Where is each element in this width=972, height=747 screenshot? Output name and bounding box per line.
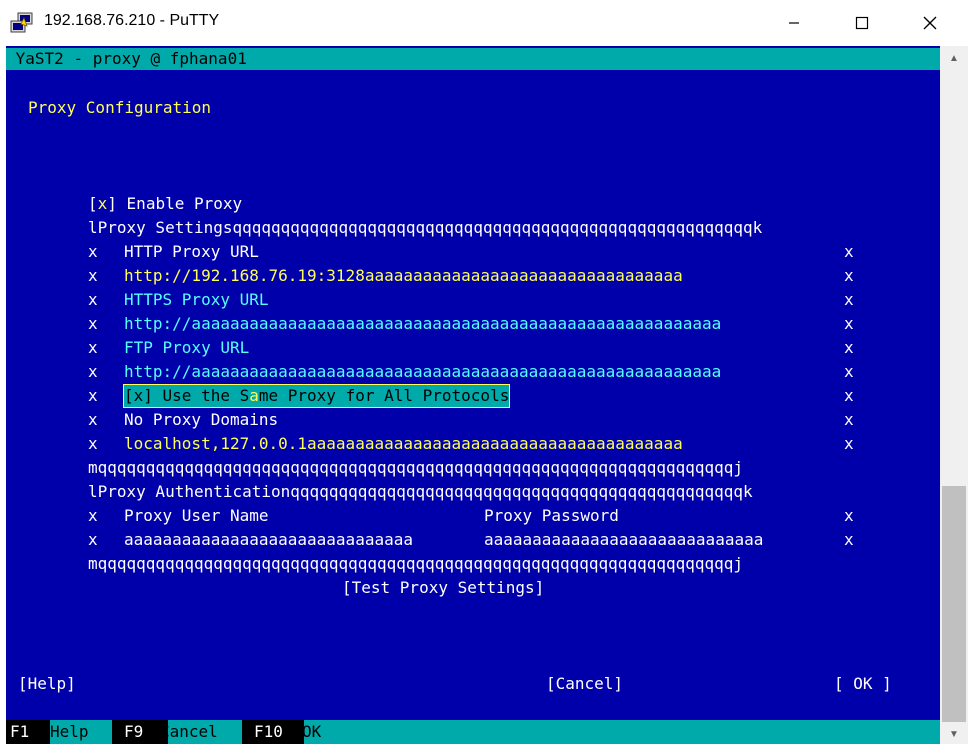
same-proxy-label-start: [x] Use the S	[124, 386, 250, 405]
page-title: Proxy Configuration	[28, 98, 212, 117]
window-titlebar: 192.168.76.210 - PuTTY	[0, 0, 972, 46]
no-proxy-label: No Proxy Domains	[124, 410, 279, 429]
same-proxy-checkbox[interactable]: [x] Use the Same Proxy for All Protocols	[123, 384, 511, 408]
minimize-button[interactable]	[760, 0, 828, 46]
close-icon	[923, 16, 937, 30]
enable-proxy-checkbox[interactable]: [x] Enable Proxy	[88, 192, 242, 216]
putty-icon[interactable]	[10, 12, 34, 34]
window-title: 192.168.76.210 - PuTTY	[44, 12, 220, 29]
proxy-password-label: Proxy Password	[484, 506, 619, 525]
frame-side-right: x	[844, 290, 854, 309]
text-cursor: a	[249, 386, 259, 405]
frame-side-left: x	[88, 266, 98, 285]
yast-header: YaST2 - proxy @ fphana01	[6, 48, 940, 70]
maximize-button[interactable]	[828, 0, 896, 46]
frame-side-left: x	[88, 290, 98, 309]
frame-side-right: x	[844, 314, 854, 333]
ftp-proxy-label: FTP Proxy URL	[124, 338, 250, 357]
frame-side-right: x	[844, 506, 854, 525]
frame-side-left: x	[88, 338, 98, 357]
terminal-screen[interactable]: YaST2 - proxy @ fphana01 Proxy Configura…	[6, 46, 940, 744]
yast-header-text: YaST2 - proxy @ fphana01	[15, 49, 247, 68]
no-proxy-input[interactable]: localhost,127.0.0.1aaaaaaaaaaaaaaaaaaaaa…	[124, 432, 683, 456]
frame-side-right: x	[844, 410, 854, 429]
fkey-f1-key[interactable]: F1	[6, 720, 50, 744]
frame-side-right: x	[844, 266, 854, 285]
proxy-user-input[interactable]: aaaaaaaaaaaaaaaaaaaaaaaaaaaaaa	[124, 528, 413, 552]
frame-side-left: x	[88, 434, 98, 453]
proxy-auth-frame-top: lProxy Authenticationqqqqqqqqqqqqqqqqqqq…	[88, 482, 753, 501]
close-button[interactable]	[896, 0, 964, 46]
maximize-icon	[855, 16, 869, 30]
proxy-settings-frame-top: lProxy Settingsqqqqqqqqqqqqqqqqqqqqqqqqq…	[88, 218, 763, 237]
scroll-up-icon[interactable]: ▲	[940, 48, 968, 68]
scrollbar-thumb[interactable]	[942, 486, 966, 722]
frame-side-left: x	[88, 506, 98, 525]
frame-side-left: x	[88, 362, 98, 381]
https-proxy-input[interactable]: http://aaaaaaaaaaaaaaaaaaaaaaaaaaaaaaaaa…	[124, 312, 721, 336]
fkey-f1-label[interactable]: Help	[50, 720, 89, 744]
cancel-button[interactable]: [Cancel]	[546, 672, 623, 696]
scroll-down-icon[interactable]: ▼	[940, 724, 968, 744]
ftp-proxy-input[interactable]: http://aaaaaaaaaaaaaaaaaaaaaaaaaaaaaaaaa…	[124, 360, 721, 384]
ok-button[interactable]: [ OK ]	[834, 672, 892, 696]
frame-side-right: x	[844, 530, 854, 549]
help-button[interactable]: [Help]	[18, 672, 76, 696]
frame-side-right: x	[844, 434, 854, 453]
frame-side-right: x	[844, 338, 854, 357]
minimize-icon	[788, 17, 800, 29]
frame-side-left: x	[88, 530, 98, 549]
frame-side-right: x	[844, 362, 854, 381]
frame-side-left: x	[88, 410, 98, 429]
vertical-scrollbar[interactable]: ▲ ▼	[940, 46, 968, 744]
http-proxy-input[interactable]: http://192.168.76.19:3128aaaaaaaaaaaaaaa…	[124, 264, 683, 288]
proxy-auth-frame-bottom: mqqqqqqqqqqqqqqqqqqqqqqqqqqqqqqqqqqqqqqq…	[88, 554, 744, 573]
proxy-password-input[interactable]: aaaaaaaaaaaaaaaaaaaaaaaaaaaaa	[484, 528, 763, 552]
function-key-bar: F1 Help F9 Cancel F10 OK	[6, 720, 940, 744]
frame-side-right: x	[844, 242, 854, 261]
https-proxy-label: HTTPS Proxy URL	[124, 290, 269, 309]
fkey-f9-label[interactable]: Cancel	[160, 720, 218, 744]
frame-side-left: x	[88, 242, 98, 261]
test-proxy-settings-button[interactable]: [Test Proxy Settings]	[342, 576, 544, 600]
proxy-settings-frame-bottom: mqqqqqqqqqqqqqqqqqqqqqqqqqqqqqqqqqqqqqqq…	[88, 458, 744, 477]
enable-proxy-label: Enable Proxy	[126, 194, 243, 213]
same-proxy-label-end: me Proxy for All Protocols	[258, 386, 510, 405]
fkey-f10-key[interactable]: F10	[242, 720, 304, 744]
frame-side-right: x	[844, 386, 854, 405]
http-proxy-label: HTTP Proxy URL	[124, 242, 259, 261]
proxy-user-label: Proxy User Name	[124, 506, 269, 525]
fkey-f10-label[interactable]: OK	[302, 720, 321, 744]
frame-side-left: x	[88, 314, 98, 333]
frame-side-left: x	[88, 386, 98, 405]
